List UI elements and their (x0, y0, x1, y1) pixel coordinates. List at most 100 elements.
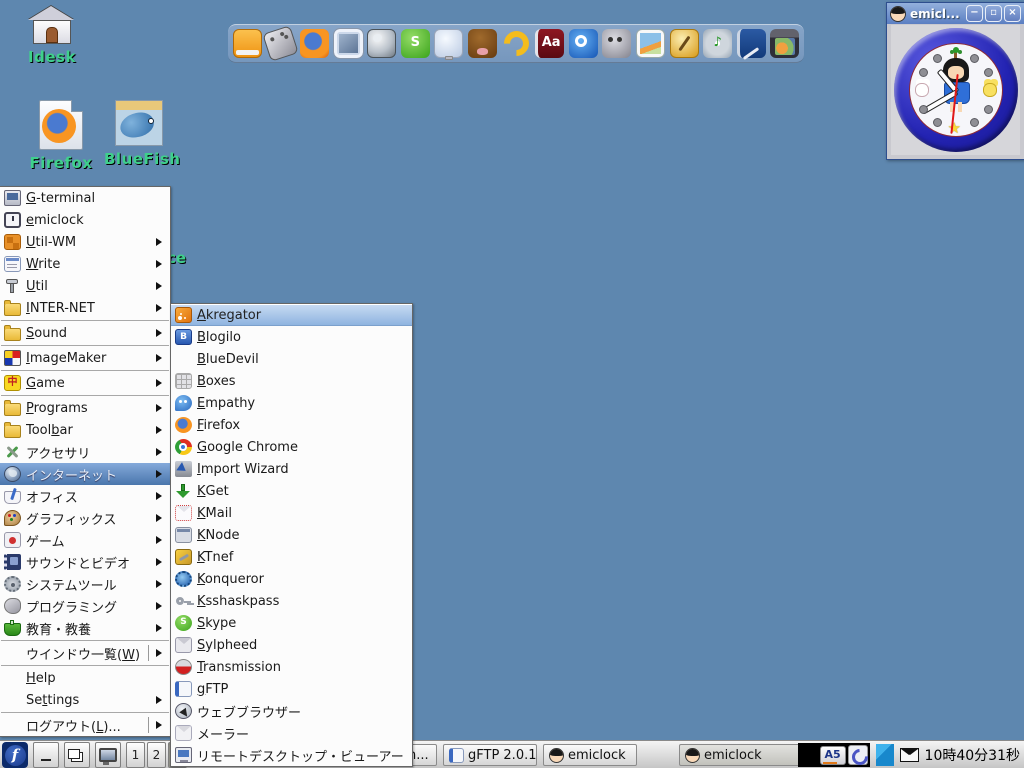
menu-item-item-19[interactable]: ゲーム (0, 529, 170, 551)
dock-lightbulb[interactable] (434, 27, 465, 60)
blue-panel-tray-icon[interactable] (876, 744, 894, 766)
menu-item-g-terminal[interactable]: G-terminal (0, 187, 170, 209)
task-button-gftp-2-0-19[interactable]: gFTP 2.0.19 (443, 744, 537, 766)
menu-item-empathy[interactable]: Empathy (171, 392, 412, 414)
menu-item-item-18[interactable]: ウェブブラウザー (171, 700, 412, 722)
dock-office[interactable] (501, 27, 532, 60)
dock-search[interactable] (568, 27, 599, 60)
menu-item-l[interactable]: ログアウト(L)... (0, 714, 170, 736)
dock-mail-stamp[interactable] (333, 27, 364, 60)
menu-item-transmission[interactable]: Transmission (171, 656, 412, 678)
dock-film-clapper[interactable] (770, 27, 801, 60)
fluxbox-start-button[interactable]: f (2, 742, 28, 768)
menu-item-ktnef[interactable]: KTnef (171, 546, 412, 568)
menu-item-label: Skype (197, 616, 408, 631)
dock-photos[interactable] (635, 27, 666, 60)
submenu-arrow-icon (156, 536, 166, 544)
dock-orange-drive[interactable] (232, 27, 263, 60)
emiclock-body: ★ (891, 25, 1020, 155)
menu-item-blogilo[interactable]: BBlogilo (171, 326, 412, 348)
task-button-emiclock[interactable]: emiclock (543, 744, 637, 766)
hour-dot (970, 118, 979, 127)
workspace-button-1[interactable]: 1 (126, 742, 145, 768)
firefox-icon (39, 100, 83, 150)
menu-item-emiclock[interactable]: emiclock (0, 209, 170, 231)
menu-item-util[interactable]: Util (0, 275, 170, 297)
menu-item-item-19[interactable]: メーラー (171, 722, 412, 744)
dock-music-cd[interactable]: ♪ (702, 27, 733, 60)
scim-swirl-tray-icon[interactable] (848, 745, 868, 765)
game-controller-icon (263, 25, 300, 62)
menu-item-konqueror[interactable]: Konqueror (171, 568, 412, 590)
menu-item-item-17[interactable]: オフィス (0, 485, 170, 507)
menu-item-label: BlueDevil (197, 352, 408, 367)
menu-item-settings[interactable]: Settings (0, 689, 170, 711)
menu-item-programs[interactable]: Programs (0, 397, 170, 419)
dock-gimp[interactable] (602, 27, 633, 60)
menu-item-import-wizard[interactable]: Import Wizard (171, 458, 412, 480)
menu-item-item-18[interactable]: グラフィックス (0, 507, 170, 529)
dock-notebook[interactable] (736, 27, 767, 60)
submenu-arrow-icon (156, 558, 166, 566)
menu-item-knode[interactable]: KNode (171, 524, 412, 546)
menu-item-kget[interactable]: KGet (171, 480, 412, 502)
desktop-icon-firefox[interactable]: Firefox (26, 100, 96, 172)
desktop-icon-idesk[interactable]: Idesk (18, 6, 86, 66)
mail-envelope-icon[interactable] (900, 748, 919, 762)
menu-item-ksshaskpass[interactable]: Ksshaskpass (171, 590, 412, 612)
input-method-a5-tray-icon[interactable]: A5 (820, 746, 846, 765)
boxes-icon (175, 373, 192, 389)
menu-item-boxes[interactable]: Boxes (171, 370, 412, 392)
folder-icon (4, 403, 21, 416)
menu-item-label: ゲーム (26, 531, 149, 550)
menu-item-item-16[interactable]: インターネット (0, 463, 170, 485)
menu-item-firefox[interactable]: Firefox (171, 414, 412, 436)
minimize-button[interactable]: − (966, 5, 983, 22)
menu-item-gftp[interactable]: gFTP (171, 678, 412, 700)
menu-item-w[interactable]: ウインドウ一覧(W) (0, 642, 170, 664)
menu-item-item-20[interactable]: サウンドとビデオ (0, 551, 170, 573)
emiclock-titlebar[interactable]: emicl... −▫× (887, 3, 1024, 24)
menu-item-bluedevil[interactable]: BlueDevil (171, 348, 412, 370)
menu-item-imagemaker[interactable]: ImageMaker (0, 347, 170, 369)
menu-item-sylpheed[interactable]: Sylpheed (171, 634, 412, 656)
dock-cow[interactable] (467, 27, 498, 60)
task-button-emiclock[interactable]: emiclock (679, 744, 800, 766)
desktop-icon-bluefish[interactable]: BlueFish (104, 100, 174, 168)
dock-firefox[interactable] (299, 27, 330, 60)
menu-item-toolbar[interactable]: Toolbar (0, 419, 170, 441)
menu-item-label: KGet (197, 484, 408, 499)
internet-submenu: AkregatorBBlogilo BlueDevil BoxesEmpathyFi… (170, 303, 413, 767)
menu-item-skype[interactable]: SSkype (171, 612, 412, 634)
menu-item-help[interactable]: Help (0, 667, 170, 689)
menu-item-item-22[interactable]: プログラミング (0, 595, 170, 617)
konqueror-icon (175, 571, 192, 587)
menu-item-util-wm[interactable]: Util-WM (0, 231, 170, 253)
workstation-button[interactable] (95, 742, 121, 768)
workspace-button-2[interactable]: 2 (147, 742, 166, 768)
menu-item-kmail[interactable]: KMail (171, 502, 412, 524)
dock-skype[interactable]: S (400, 27, 431, 60)
menu-item-write[interactable]: Write (0, 253, 170, 275)
menu-item-label: システムツール (26, 575, 149, 594)
dock-dictionary[interactable]: Aa (534, 27, 565, 60)
import-icon (175, 461, 192, 477)
show-desktop-button[interactable] (33, 742, 59, 768)
dock-globe-browser[interactable] (366, 27, 397, 60)
dock-game-controller[interactable] (266, 27, 297, 60)
menu-item-game[interactable]: 中Game (0, 372, 170, 394)
close-button[interactable]: × (1004, 5, 1021, 22)
menu-item-akregator[interactable]: Akregator (171, 304, 412, 326)
menu-item-inter-net[interactable]: INTER-NET (0, 297, 170, 319)
menu-item-item-15[interactable]: アクセサリ (0, 441, 170, 463)
menu-item-google-chrome[interactable]: Google Chrome (171, 436, 412, 458)
menu-item-item-20[interactable]: リモートデスクトップ・ビューアー (171, 744, 412, 766)
window-stack-button[interactable] (64, 742, 90, 768)
menu-item-sound[interactable]: Sound (0, 322, 170, 344)
maximize-button[interactable]: ▫ (985, 5, 1002, 22)
menu-item-item-23[interactable]: 教育・教養 (0, 617, 170, 639)
menu-item-item-21[interactable]: システムツール (0, 573, 170, 595)
menu-item-label: Sound (26, 326, 149, 341)
dock-paint[interactable] (669, 27, 700, 60)
folder-icon (4, 425, 21, 438)
